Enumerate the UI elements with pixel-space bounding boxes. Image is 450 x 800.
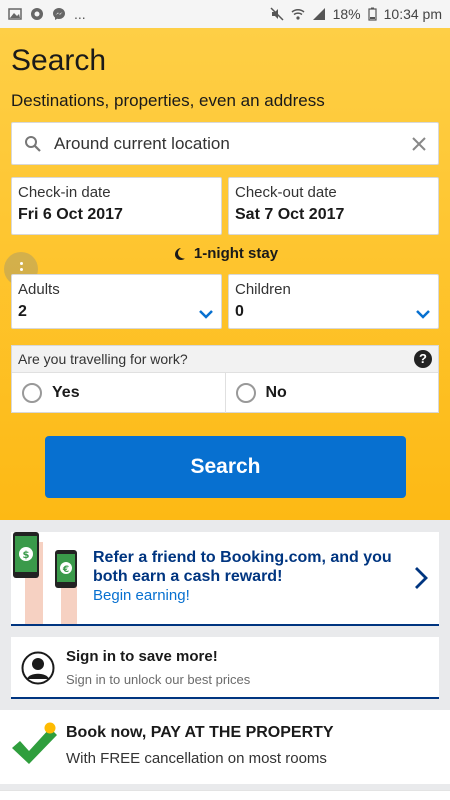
battery-percent: 18% (332, 6, 361, 22)
refer-friend-card[interactable]: $ € Refer a friend to Booking.com, and y… (11, 532, 439, 626)
adults-label: Adults (18, 281, 60, 298)
chevron-down-icon (416, 310, 430, 319)
next-banner-peek (0, 790, 450, 800)
dot (19, 267, 23, 271)
status-bar: ... 18% 10:34 pm (0, 0, 450, 28)
radio-yes[interactable] (22, 383, 42, 403)
destination-field[interactable]: Around current location (11, 122, 439, 165)
clock: 10:34 pm (383, 6, 442, 22)
gallery-icon (8, 8, 22, 20)
signin-subtitle: Sign in to unlock our best prices (66, 672, 251, 687)
adults-value: 2 (18, 303, 27, 320)
book-now-banner: Book now, PAY AT THE PROPERTY With FREE … (0, 710, 450, 784)
signin-title: Sign in to save more! (66, 648, 218, 665)
svg-text:$: $ (23, 550, 30, 561)
clear-destination-button[interactable] (410, 135, 428, 153)
signin-card[interactable]: Sign in to save more! Sign in to unlock … (11, 637, 439, 699)
checkout-date-field[interactable]: Check-out date Sat 7 Oct 2017 (228, 177, 439, 235)
work-no-label: No (265, 384, 287, 401)
destination-value: Around current location (54, 133, 230, 153)
wifi-icon (291, 9, 305, 20)
work-yes-option[interactable]: Yes (12, 373, 225, 413)
search-subtitle: Destinations, properties, even an addres… (11, 91, 325, 110)
work-question-header: Are you travelling for work? ? (12, 346, 438, 373)
dot (19, 261, 23, 265)
user-avatar-icon (21, 651, 55, 685)
checkin-date-field[interactable]: Check-in date Fri 6 Oct 2017 (11, 177, 222, 235)
book-now-title: Book now, PAY AT THE PROPERTY (66, 724, 334, 741)
checkin-label: Check-in date (18, 184, 111, 201)
search-button[interactable]: Search (45, 436, 406, 498)
checkout-value: Sat 7 Oct 2017 (235, 206, 345, 223)
chevron-down-icon (199, 310, 213, 319)
radio-no[interactable] (235, 383, 256, 403)
check-icon (12, 722, 57, 764)
adults-select[interactable]: Adults 2 (11, 274, 222, 329)
battery-icon (368, 7, 377, 21)
moon-icon (174, 247, 185, 260)
work-yes-label: Yes (52, 384, 80, 401)
chevron-right-icon (415, 567, 428, 589)
search-icon (25, 135, 41, 152)
chrome-icon (31, 8, 43, 20)
book-now-subtitle: With FREE cancellation on most rooms (66, 750, 327, 767)
work-travel-question: Are you travelling for work? ? Yes No (11, 345, 439, 413)
messenger-icon (53, 8, 65, 20)
signal-icon (312, 8, 325, 20)
work-question-label: Are you travelling for work? (18, 351, 188, 367)
checkin-value: Fri 6 Oct 2017 (18, 206, 123, 223)
children-value: 0 (235, 303, 244, 320)
status-overflow: ... (74, 6, 86, 22)
children-select[interactable]: Children 0 (228, 274, 439, 329)
stay-length: 1-night stay (0, 245, 450, 262)
close-icon (412, 136, 426, 151)
svg-text:€: € (62, 565, 69, 575)
checkout-label: Check-out date (235, 184, 337, 201)
help-icon[interactable]: ? (414, 350, 432, 368)
refer-title: Refer a friend to Booking.com, and you b… (93, 549, 392, 585)
work-no-option[interactable]: No (224, 373, 439, 413)
stay-length-label: 1-night stay (193, 245, 279, 262)
children-label: Children (235, 281, 291, 298)
page-title: Search (11, 44, 107, 77)
mute-icon (270, 7, 284, 21)
refer-link[interactable]: Begin earning! (93, 587, 190, 604)
phones-illustration: $ € (13, 532, 77, 624)
